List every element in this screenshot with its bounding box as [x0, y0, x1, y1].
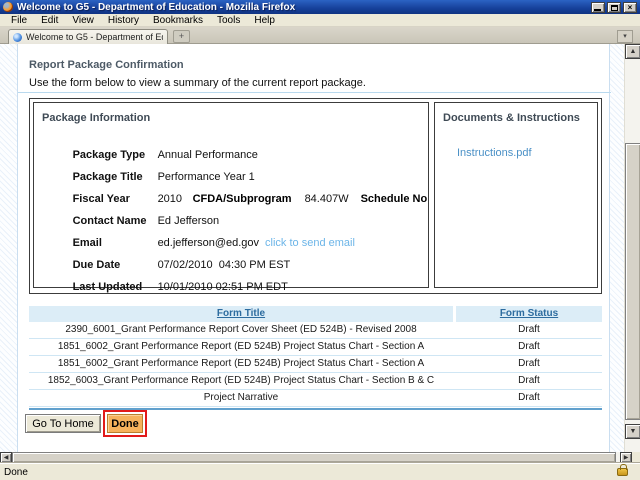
scroll-left-icon: ◀: [4, 455, 9, 461]
menu-edit[interactable]: Edit: [36, 15, 63, 26]
fiscal-year-row: Fiscal Year2010CFDA/Subprogram84.407WSch…: [42, 181, 426, 195]
done-button[interactable]: Done: [107, 414, 143, 433]
due-date-row: Due Date07/02/2010 04:30 PM EST: [42, 247, 426, 261]
form-title-header: Form Title: [29, 306, 453, 322]
form-status-header: Form Status: [456, 306, 602, 322]
form-title-cell: 1851_6002_Grant Performance Report (ED 5…: [29, 339, 453, 355]
forms-table-body: 2390_6001_Grant Performance Report Cover…: [29, 322, 602, 407]
status-bar: Done: [0, 463, 640, 480]
email-row: Emailed.jefferson@ed.govclick to send em…: [42, 225, 426, 239]
scroll-right-button[interactable]: ▶: [620, 452, 632, 463]
menu-help[interactable]: Help: [249, 15, 280, 26]
tab-welcome-g5[interactable]: Welcome to G5 - Department of Edu...: [8, 29, 168, 44]
form-status-cell: Draft: [456, 322, 602, 338]
scroll-up-icon: ▲: [630, 48, 637, 55]
scroll-left-button[interactable]: ◀: [0, 452, 12, 463]
last-updated-value: 10/01/2010 02:51 PM EDT: [158, 281, 288, 293]
form-title-cell: Project Narrative: [29, 390, 453, 406]
menu-file[interactable]: File: [6, 15, 32, 26]
form-status-cell: Draft: [456, 373, 602, 389]
scroll-down-icon: ▼: [630, 428, 637, 435]
vertical-scrollbar-thumb[interactable]: [625, 143, 640, 420]
summary-container: Package Information Package TypeAnnual P…: [29, 98, 602, 294]
status-text: Done: [4, 467, 617, 478]
table-row: 2390_6001_Grant Performance Report Cover…: [29, 322, 602, 339]
tab-bar: Welcome to G5 - Department of Edu... + ▾: [0, 27, 640, 44]
site-favicon: [13, 33, 22, 42]
documents-instructions-box: Documents & Instructions Instructions.pd…: [434, 102, 598, 288]
vertical-scrollbar[interactable]: ▲ ▼: [624, 44, 640, 452]
chevron-down-icon: ▾: [623, 33, 627, 40]
tab-title: Welcome to G5 - Department of Edu...: [26, 32, 163, 42]
menu-bar: File Edit View History Bookmarks Tools H…: [0, 14, 640, 27]
form-title-cell: 1852_6003_Grant Performance Report (ED 5…: [29, 373, 453, 389]
form-status-sort-link[interactable]: Form Status: [500, 308, 558, 319]
table-row: 1852_6003_Grant Performance Report (ED 5…: [29, 373, 602, 390]
firefox-app-icon: [3, 2, 13, 12]
scroll-down-button[interactable]: ▼: [625, 424, 640, 439]
close-button[interactable]: ×: [623, 2, 637, 13]
page-intro-text: Use the form below to view a summary of …: [29, 77, 366, 89]
form-title-sort-link[interactable]: Form Title: [217, 308, 265, 319]
menu-history[interactable]: History: [103, 15, 144, 26]
window-titlebar[interactable]: Welcome to G5 - Department of Education …: [0, 0, 640, 14]
scroll-up-button[interactable]: ▲: [625, 44, 640, 59]
menu-bookmarks[interactable]: Bookmarks: [148, 15, 208, 26]
divider: [18, 92, 611, 93]
package-information-box: Package Information Package TypeAnnual P…: [33, 102, 429, 288]
restore-icon: [611, 5, 618, 11]
scrollbar-corner: [632, 452, 640, 463]
contact-name-row: Contact NameEd Jefferson: [42, 203, 426, 217]
form-status-cell: Draft: [456, 339, 602, 355]
browser-viewport: Report Package Confirmation Use the form…: [0, 44, 640, 452]
minimize-icon: [594, 9, 601, 11]
window-title: Welcome to G5 - Department of Education …: [17, 2, 589, 13]
last-updated-row: Last Updated10/01/2010 02:51 PM EDT: [42, 269, 426, 283]
new-tab-button[interactable]: +: [173, 30, 190, 43]
form-title-cell: 1851_6002_Grant Performance Report (ED 5…: [29, 356, 453, 372]
last-updated-label: Last Updated: [73, 281, 158, 293]
table-row: 1851_6002_Grant Performance Report (ED 5…: [29, 339, 602, 356]
form-status-cell: Draft: [456, 390, 602, 406]
table-row: Project NarrativeDraft: [29, 390, 602, 407]
report-package-page: Report Package Confirmation Use the form…: [17, 44, 610, 452]
package-title-row: Package TitlePerformance Year 1: [42, 159, 426, 173]
go-to-home-button[interactable]: Go To Home: [25, 414, 101, 433]
package-type-row: Package TypeAnnual Performance: [42, 137, 426, 151]
instructions-pdf-link[interactable]: Instructions.pdf: [457, 147, 532, 159]
new-tab-icon: +: [179, 31, 184, 41]
package-information-title: Package Information: [42, 112, 150, 124]
scroll-right-icon: ▶: [624, 455, 629, 461]
tab-list-dropdown[interactable]: ▾: [617, 30, 633, 43]
documents-instructions-title: Documents & Instructions: [443, 112, 580, 124]
horizontal-scrollbar-thumb[interactable]: [12, 452, 616, 463]
horizontal-scrollbar[interactable]: ◀ ▶: [0, 452, 632, 463]
restore-button[interactable]: [607, 2, 621, 13]
close-icon: ×: [628, 3, 633, 12]
table-row: 1851_6002_Grant Performance Report (ED 5…: [29, 356, 602, 373]
done-button-highlight: Done: [103, 410, 147, 437]
menu-view[interactable]: View: [67, 15, 99, 26]
secure-lock-icon[interactable]: [617, 468, 628, 476]
menu-tools[interactable]: Tools: [212, 15, 245, 26]
form-status-cell: Draft: [456, 356, 602, 372]
minimize-button[interactable]: [591, 2, 605, 13]
form-title-cell: 2390_6001_Grant Performance Report Cover…: [29, 322, 453, 338]
page-title: Report Package Confirmation: [29, 59, 184, 71]
